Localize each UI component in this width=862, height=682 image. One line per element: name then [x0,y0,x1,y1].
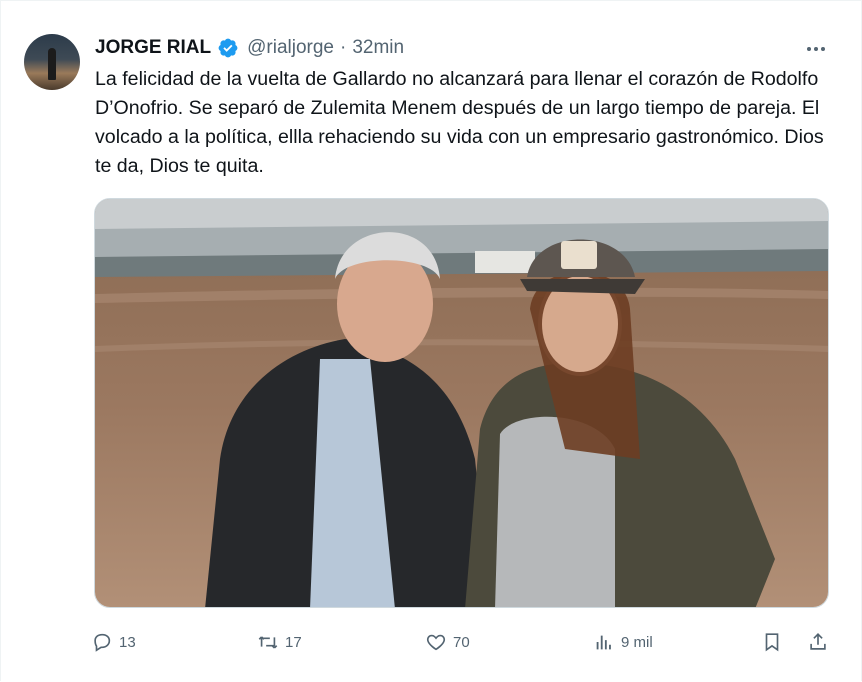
share-button[interactable] [807,627,829,657]
more-dot [814,47,818,51]
like-button[interactable]: 70 [425,627,470,657]
views-button[interactable]: 9 mil [593,627,653,657]
retweet-count: 17 [285,633,302,651]
author-handle[interactable]: @rialjorge [247,37,334,59]
tweet-photo[interactable] [94,198,829,608]
tweet-text: La felicidad de la vuelta de Gallardo no… [95,68,824,177]
author-avatar[interactable] [24,34,80,90]
header-separator: · [340,37,347,58]
avatar-silhouette [48,48,56,80]
photo-stadium-couple [95,199,828,607]
tweet-header: JORGE RIAL @rialjorge · 32min [95,34,404,62]
verified-badge-icon[interactable] [217,37,239,59]
more-dot [807,47,811,51]
bar-chart-icon [596,635,611,650]
bookmark-button[interactable] [761,627,783,657]
retweet-button[interactable]: 17 [257,627,302,657]
more-icon[interactable] [801,37,831,61]
tweet-timestamp[interactable]: 32min [352,37,404,59]
tweet-card[interactable]: JORGE RIAL @rialjorge · 32min La felicid… [0,0,862,681]
author-name[interactable]: JORGE RIAL [95,37,211,59]
bookmark-icon [765,633,779,652]
like-count: 70 [453,633,470,651]
heart-icon [426,634,446,651]
retweet-icon [258,636,278,649]
share-icon [810,633,826,650]
reply-button[interactable]: 13 [91,627,136,657]
comment-icon [94,633,111,652]
reply-count: 13 [119,633,136,651]
more-dot [821,47,825,51]
views-count: 9 mil [621,633,653,651]
tweet-actions: 13 17 70 9 mil [91,627,837,657]
